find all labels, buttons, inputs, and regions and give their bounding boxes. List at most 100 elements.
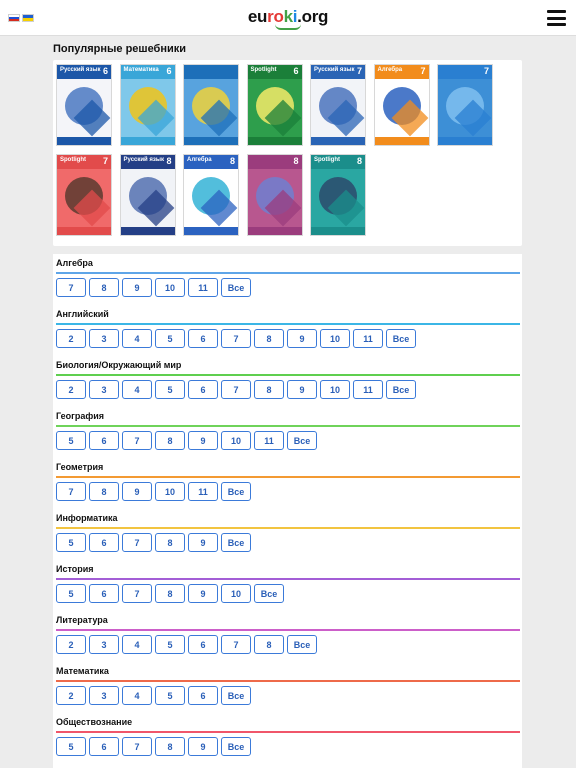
grade-button[interactable]: 4 [122,329,152,348]
book-cover[interactable]: Spotlight 8 [310,154,366,236]
grade-button[interactable]: 5 [56,533,86,552]
grade-button[interactable]: 8 [89,482,119,501]
grade-button[interactable]: 8 [155,533,185,552]
grade-button[interactable]: 10 [155,278,185,297]
all-grades-button[interactable]: Все [221,533,251,552]
grade-button[interactable]: 10 [221,584,251,603]
site-logo[interactable]: euroki.org [0,7,576,30]
all-grades-button[interactable]: Все [254,584,284,603]
grade-button[interactable]: 11 [188,278,218,297]
grade-button[interactable]: 5 [56,737,86,756]
grade-button[interactable]: 3 [89,686,119,705]
grade-button[interactable]: 6 [188,635,218,654]
grade-button[interactable]: 4 [122,686,152,705]
all-grades-button[interactable]: Все [386,380,416,399]
hamburger-menu-icon[interactable] [547,10,566,26]
grade-button[interactable]: 11 [188,482,218,501]
grade-button[interactable]: 7 [56,482,86,501]
grade-button[interactable]: 11 [353,329,383,348]
grade-button[interactable]: 7 [56,278,86,297]
book-cover[interactable]: Русский язык 8 [119,154,176,236]
grade-button[interactable]: 9 [188,533,218,552]
grade-button[interactable]: 3 [89,635,119,654]
book-cover[interactable]: Алгебра 8 [183,154,239,236]
book-grade: 7 [102,156,108,166]
grade-button[interactable]: 8 [254,635,284,654]
grade-button[interactable]: 9 [188,584,218,603]
grade-button[interactable]: 6 [89,737,119,756]
book-cover-footer [438,137,492,145]
grade-button[interactable]: 6 [89,533,119,552]
grade-button[interactable]: 10 [320,380,350,399]
grade-button[interactable]: 2 [56,329,86,348]
grade-button[interactable]: 5 [155,635,185,654]
grade-button[interactable]: 8 [254,380,284,399]
all-grades-button[interactable]: Все [221,737,251,756]
grade-button[interactable]: 4 [122,635,152,654]
book-cover[interactable]: Spotlight 7 [56,154,112,236]
book-cover[interactable]: 8 [246,154,303,236]
grade-button[interactable]: 6 [89,584,119,603]
all-grades-button[interactable]: Все [287,635,317,654]
grade-button[interactable]: 2 [56,686,86,705]
grade-button[interactable]: 8 [155,431,185,450]
book-cover[interactable]: Математика 6 [119,64,176,146]
grade-buttons: 2 3 4 5 6 Все [56,686,251,705]
grade-button[interactable]: 5 [155,686,185,705]
grade-button[interactable]: 7 [122,431,152,450]
grade-button[interactable]: 6 [188,380,218,399]
grade-button[interactable]: 7 [221,329,251,348]
grade-button[interactable]: 8 [89,278,119,297]
book-grade: 8 [229,156,235,166]
all-grades-button[interactable]: Все [221,482,251,501]
grade-button[interactable]: 10 [320,329,350,348]
grade-button[interactable]: 9 [287,380,317,399]
grade-button[interactable]: 4 [122,380,152,399]
grade-button[interactable]: 9 [122,482,152,501]
grade-button[interactable]: 9 [188,737,218,756]
grade-button[interactable]: 9 [188,431,218,450]
book-cover[interactable] [183,64,239,146]
grade-button[interactable]: 11 [353,380,383,399]
grade-button[interactable]: 2 [56,635,86,654]
book-cover[interactable]: Spotlight 6 [246,64,303,146]
grade-button[interactable]: 7 [122,584,152,603]
book-cover[interactable]: Русский язык 6 [56,64,112,146]
grade-button[interactable]: 9 [287,329,317,348]
grade-button[interactable]: 5 [155,329,185,348]
grade-button[interactable]: 7 [221,635,251,654]
subject-divider [56,680,520,682]
grade-button[interactable]: 8 [155,737,185,756]
book-cover-footer [57,137,111,145]
grade-button[interactable]: 7 [221,380,251,399]
grade-button[interactable]: 8 [254,329,284,348]
grade-button[interactable]: 5 [155,380,185,399]
grade-button[interactable]: 7 [122,737,152,756]
grade-button[interactable]: 10 [155,482,185,501]
grade-button[interactable]: 5 [56,584,86,603]
grade-button[interactable]: 3 [89,380,119,399]
grade-button[interactable]: 10 [221,431,251,450]
subject-section: Информатика 5 6 7 8 9 Все [53,509,522,560]
grade-button[interactable]: 9 [122,278,152,297]
grade-button[interactable]: 8 [155,584,185,603]
book-cover-footer [120,227,175,235]
book-cover[interactable]: 7 [437,64,493,146]
all-grades-button[interactable]: Все [287,431,317,450]
grade-button[interactable]: 6 [188,686,218,705]
all-grades-button[interactable]: Все [221,686,251,705]
book-cover[interactable]: Алгебра 7 [373,64,430,146]
book-cover-footer [311,227,365,235]
book-title: Русский язык [60,67,101,73]
all-grades-button[interactable]: Все [221,278,251,297]
grade-button[interactable]: 2 [56,380,86,399]
grade-button[interactable]: 6 [188,329,218,348]
grade-button[interactable]: 5 [56,431,86,450]
grade-button[interactable]: 11 [254,431,284,450]
book-cover-footer [184,137,238,145]
book-cover[interactable]: Русский язык 7 [310,64,366,146]
grade-button[interactable]: 3 [89,329,119,348]
grade-button[interactable]: 6 [89,431,119,450]
grade-button[interactable]: 7 [122,533,152,552]
all-grades-button[interactable]: Все [386,329,416,348]
